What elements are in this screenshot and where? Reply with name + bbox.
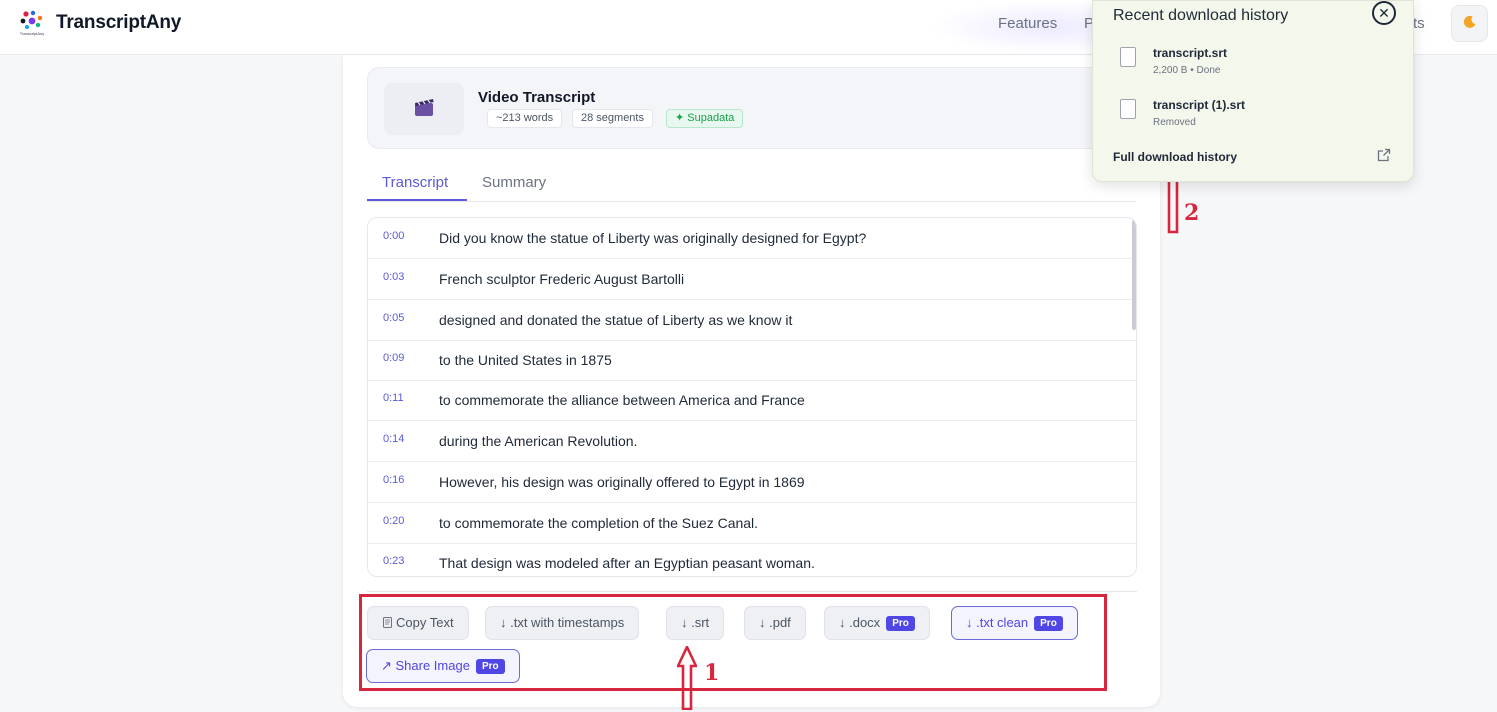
segment-count-chip: 28 segments — [572, 109, 653, 128]
timestamp[interactable]: 0:14 — [383, 433, 404, 445]
download-item-meta: 2,200 B • Done — [1153, 65, 1221, 76]
transcript-scrollbar[interactable] — [1132, 220, 1136, 330]
theme-toggle-button[interactable] — [1451, 5, 1488, 42]
clapperboard-icon — [413, 97, 435, 122]
transcript-row[interactable]: 0:11 to commemorate the alliance between… — [368, 380, 1136, 421]
divider — [367, 591, 1137, 592]
brand[interactable]: TranscriptAny TranscriptAny — [18, 9, 181, 37]
source-chip: ✦ Supadata — [666, 109, 744, 128]
transcript-row[interactable]: 0:09 to the United States in 1875 — [368, 340, 1136, 381]
transcript-row[interactable]: 0:20 to commemorate the completion of th… — [368, 503, 1136, 544]
tab-transcript[interactable]: Transcript — [382, 174, 448, 191]
segment-text: to the United States in 1875 — [439, 352, 612, 368]
nav-link-extensions[interactable]: ts — [1413, 15, 1425, 32]
download-history-popover: Recent download history ✕ transcript.srt… — [1092, 0, 1414, 182]
transcript-row[interactable]: 0:00 Did you know the statue of Liberty … — [368, 218, 1136, 259]
video-thumbnail — [384, 83, 464, 135]
tab-summary[interactable]: Summary — [482, 174, 546, 191]
transcript-list[interactable]: 0:00 Did you know the statue of Liberty … — [367, 217, 1137, 577]
file-icon — [1120, 99, 1136, 119]
svg-text:TranscriptAny: TranscriptAny — [20, 31, 45, 36]
timestamp[interactable]: 0:16 — [383, 474, 404, 486]
segment-text: French sculptor Frederic August Bartolli — [439, 271, 685, 287]
timestamp[interactable]: 0:09 — [383, 352, 404, 364]
annotation-arrow-up-icon — [675, 643, 699, 712]
word-count-chip: ~213 words — [487, 109, 563, 128]
external-link-icon[interactable] — [1377, 148, 1391, 162]
nav-link-features[interactable]: Features — [998, 15, 1057, 32]
segment-text: designed and donated the statue of Liber… — [439, 312, 793, 328]
transcript-row[interactable]: 0:05 designed and donated the statue of … — [368, 300, 1136, 341]
segment-text: That design was modeled after an Egyptia… — [439, 555, 815, 571]
full-download-history-link[interactable]: Full download history — [1113, 150, 1237, 164]
video-title: Video Transcript — [478, 89, 596, 106]
transcript-row[interactable]: 0:16 However, his design was originally … — [368, 462, 1136, 503]
transcript-row[interactable]: 0:23 That design was modeled after an Eg… — [368, 543, 1136, 576]
tab-bar: Transcript Summary — [367, 164, 1136, 202]
transcript-row[interactable]: 0:03 French sculptor Frederic August Bar… — [368, 259, 1136, 300]
timestamp[interactable]: 0:20 — [383, 515, 404, 527]
timestamp[interactable]: 0:05 — [383, 312, 404, 324]
segment-text: during the American Revolution. — [439, 433, 638, 449]
moon-icon — [1463, 15, 1477, 33]
annotation-label-2: 2 — [1184, 200, 1200, 226]
download-item-meta: Removed — [1153, 117, 1196, 128]
file-icon — [1120, 47, 1136, 67]
timestamp[interactable]: 0:00 — [383, 230, 404, 242]
annotation-highlight-box — [359, 594, 1107, 691]
annotation-label-1: 1 — [704, 660, 720, 686]
video-header: Video Transcript ~213 words 28 segments … — [367, 67, 1147, 149]
timestamp[interactable]: 0:03 — [383, 271, 404, 283]
brand-logo-icon: TranscriptAny — [18, 9, 46, 37]
segment-text: to commemorate the alliance between Amer… — [439, 392, 805, 408]
active-tab-indicator — [367, 199, 467, 201]
segment-text: to commemorate the completion of the Sue… — [439, 515, 759, 531]
transcript-row[interactable]: 0:14 during the American Revolution. — [368, 421, 1136, 462]
brand-name: TranscriptAny — [56, 12, 182, 33]
popover-title: Recent download history — [1113, 7, 1289, 24]
close-icon[interactable]: ✕ — [1372, 1, 1396, 25]
segment-text: However, his design was originally offer… — [439, 474, 805, 490]
segment-text: Did you know the statue of Liberty was o… — [439, 230, 867, 246]
download-item-name[interactable]: transcript.srt — [1153, 46, 1227, 60]
timestamp[interactable]: 0:11 — [383, 392, 404, 404]
timestamp[interactable]: 0:23 — [383, 555, 404, 567]
download-item-name[interactable]: transcript (1).srt — [1153, 98, 1245, 112]
